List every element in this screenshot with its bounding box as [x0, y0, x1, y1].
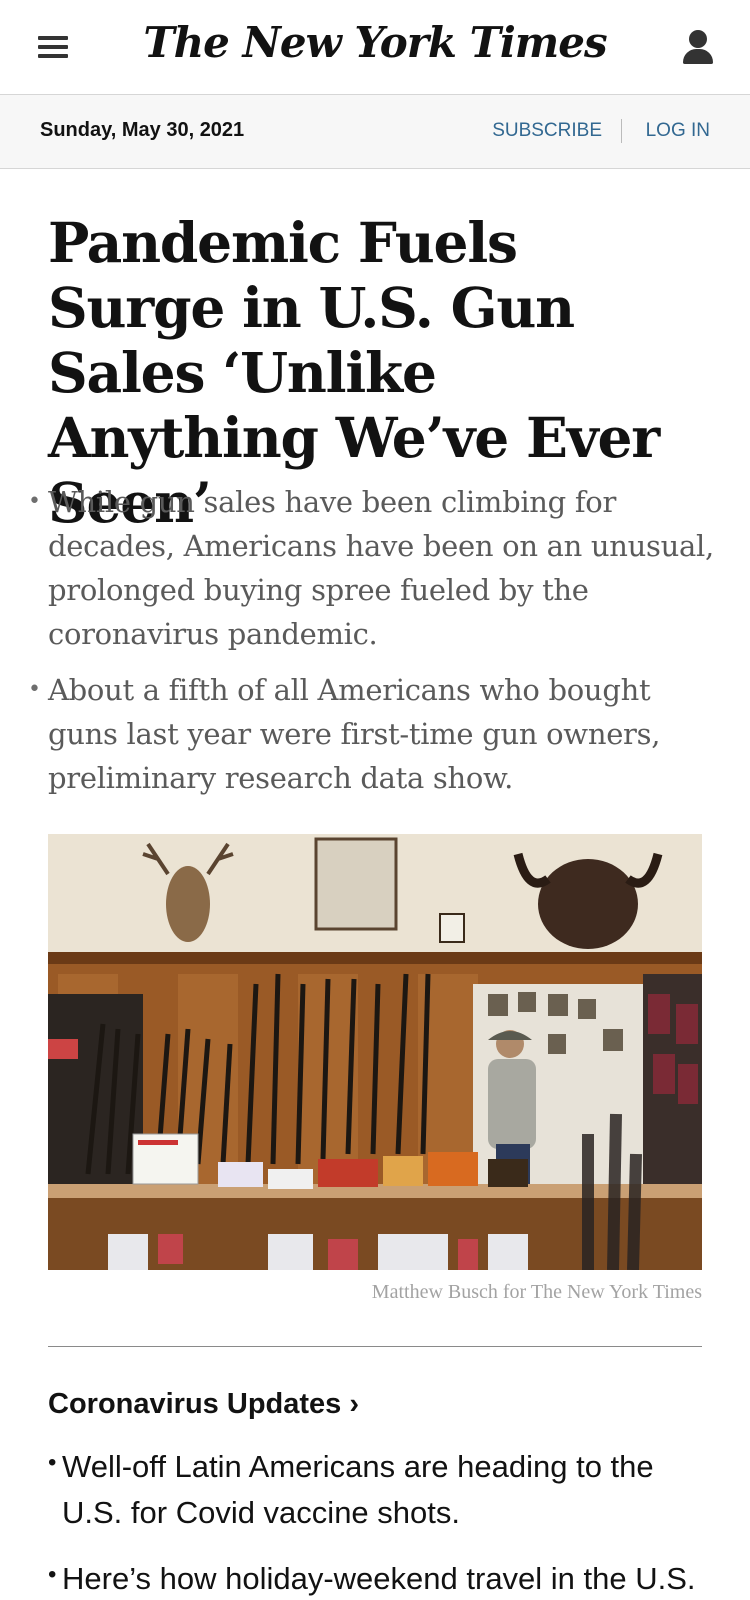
- update-text: Well-off Latin Americans are heading to …: [62, 1449, 654, 1530]
- bullet-icon: •: [28, 489, 41, 514]
- summary-text: While gun sales have been climbing for d…: [48, 485, 714, 651]
- photo-credit: Matthew Busch for The New York Times: [371, 1281, 702, 1303]
- update-item[interactable]: • Well-off Latin Americans are heading t…: [48, 1444, 702, 1536]
- coronavirus-updates-link[interactable]: Coronavirus Updates ›: [48, 1388, 359, 1421]
- summary-text: About a fifth of all Americans who bough…: [48, 673, 661, 795]
- update-text: Here’s how holiday-weekend travel in the…: [62, 1561, 696, 1596]
- bullet-icon: •: [28, 677, 41, 702]
- link-divider: [621, 119, 622, 143]
- article-photo[interactable]: [48, 834, 702, 1270]
- user-account-icon[interactable]: [682, 30, 714, 66]
- bullet-icon: •: [48, 1561, 57, 1588]
- update-item[interactable]: • Here’s how holiday-weekend travel in t…: [48, 1556, 702, 1600]
- section-divider: [48, 1346, 702, 1347]
- coronavirus-updates-list: • Well-off Latin Americans are heading t…: [48, 1444, 702, 1600]
- bullet-icon: •: [48, 1449, 57, 1476]
- date-bar: Sunday, May 30, 2021 SUBSCRIBE LOG IN: [0, 95, 750, 169]
- current-date: Sunday, May 30, 2021: [40, 119, 245, 141]
- top-navigation-bar: The New York Times: [0, 0, 750, 95]
- login-link[interactable]: LOG IN: [646, 120, 710, 142]
- subscribe-link[interactable]: SUBSCRIBE: [492, 120, 602, 142]
- nyt-masthead-logo[interactable]: The New York Times: [0, 18, 750, 67]
- article-summary-list: • While gun sales have been climbing for…: [28, 480, 718, 812]
- summary-item: • About a fifth of all Americans who bou…: [28, 668, 718, 800]
- summary-item: • While gun sales have been climbing for…: [28, 480, 718, 656]
